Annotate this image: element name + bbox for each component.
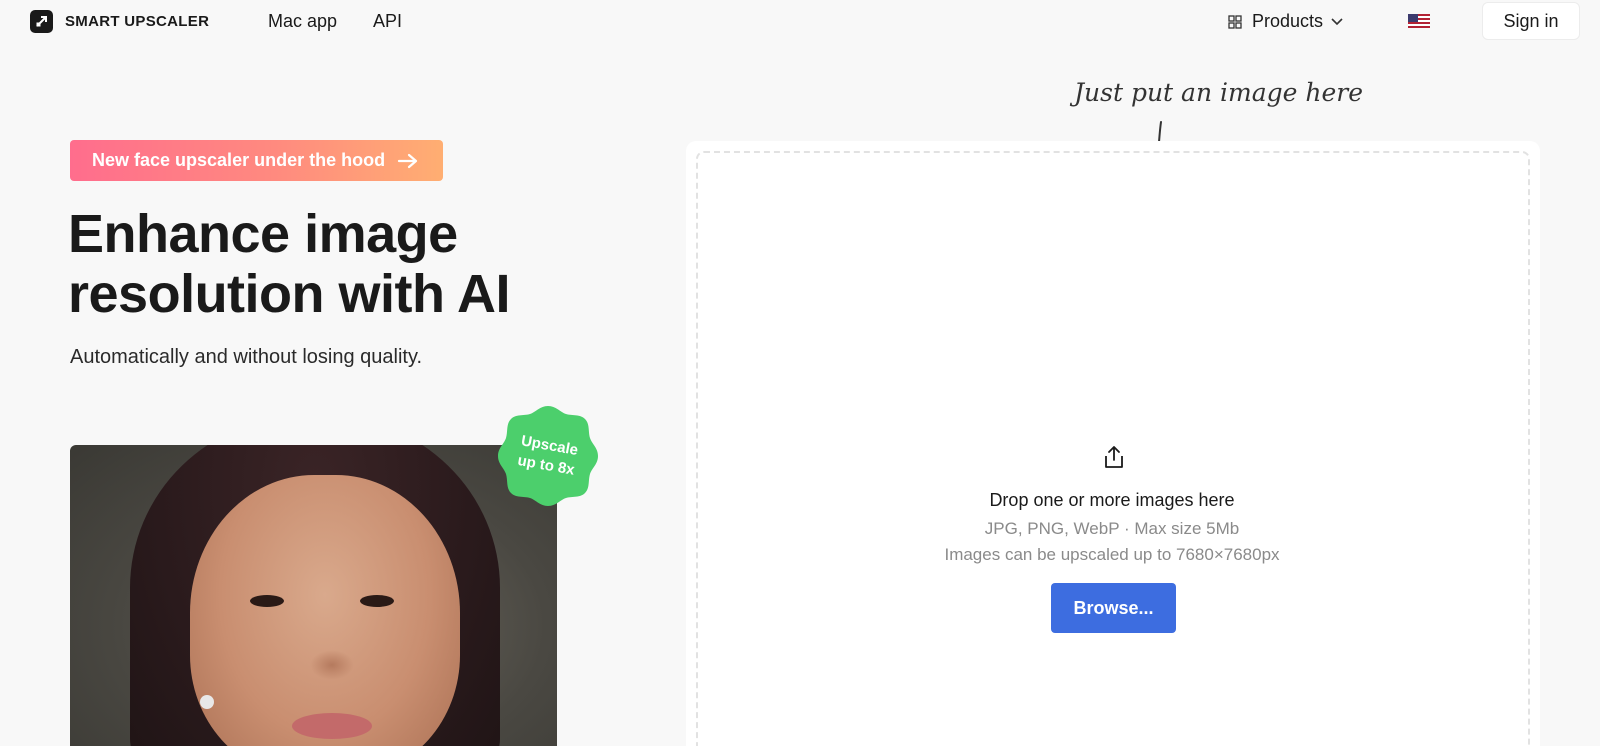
upload-icon <box>1101 444 1127 475</box>
chevron-down-icon <box>1331 17 1343 26</box>
logo-icon <box>30 10 53 33</box>
drop-hint-label: Just put an image here <box>1074 78 1363 107</box>
site-header: SMART UPSCALER Mac app API Products Sign… <box>0 0 1600 42</box>
promo-label: New face upscaler under the hood <box>92 150 386 170</box>
nav-mac-app[interactable]: Mac app <box>268 11 337 32</box>
page-subtitle: Automatically and without losing quality… <box>70 346 423 368</box>
logo[interactable]: SMART UPSCALER <box>30 10 209 33</box>
us-flag-icon[interactable] <box>1408 14 1430 28</box>
promo-banner[interactable]: New face upscaler under the hood <box>70 140 443 181</box>
products-label: Products <box>1252 11 1324 31</box>
dropzone-size-limit: Images can be upscaled up to 7680×7680px <box>944 545 1280 564</box>
sign-in-button[interactable]: Sign in <box>1482 2 1580 40</box>
dropzone-title: Drop one or more images here <box>989 490 1235 510</box>
grid-icon <box>1228 14 1242 29</box>
page-title: Enhance image resolution with AI <box>68 204 628 324</box>
headline-line-1: Enhance image <box>68 204 458 264</box>
headline-line-2: resolution with AI <box>68 264 510 324</box>
products-menu[interactable]: Products <box>1228 11 1343 32</box>
dropzone-formats: JPG, PNG, WebP · Max size 5Mb <box>984 519 1240 538</box>
arrow-right-icon <box>397 153 419 169</box>
browse-button[interactable]: Browse... <box>1051 583 1176 633</box>
nav-api[interactable]: API <box>373 11 402 32</box>
brand-name: SMART UPSCALER <box>65 13 210 30</box>
